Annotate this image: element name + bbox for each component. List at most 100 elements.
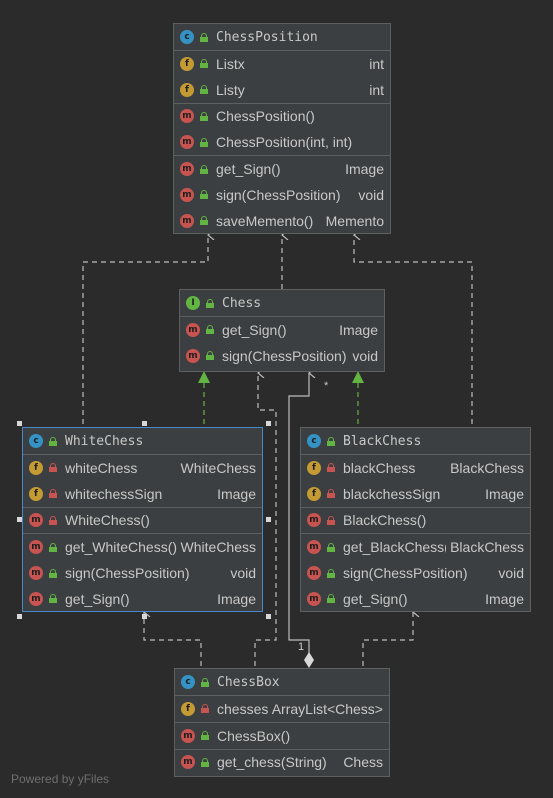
member-name: get_Sign() [65, 590, 130, 607]
public-icon [206, 351, 214, 361]
methods-section: m get_BlackChess() BlackChess m sign(ChessP… [301, 534, 530, 611]
method-row[interactable]: m sign(ChessPosition) void [174, 182, 390, 208]
constructor-row[interactable]: m ChessPosition(int, int) [174, 129, 390, 155]
fields-section: f whiteChess WhiteChess f whitechessSign Ima… [23, 455, 262, 508]
member-type: WhiteChess [180, 459, 256, 476]
class-chessposition[interactable]: c ChessPosition f Listx int f Listy int m Che… [173, 23, 391, 234]
field-row[interactable]: f Listy int [174, 77, 390, 103]
constructor-row[interactable]: m BlackChess() [301, 508, 530, 534]
class-name: ChessBox [217, 674, 280, 690]
field-row[interactable]: f whiteChess WhiteChess [23, 455, 262, 481]
member-name: chesses [217, 700, 268, 717]
field-row[interactable]: f Listx int [174, 51, 390, 77]
constructor-row[interactable]: m ChessBox() [175, 723, 389, 749]
member-name: ChessPosition() [216, 108, 315, 125]
public-icon [206, 298, 214, 308]
public-icon [206, 325, 214, 335]
method-row[interactable]: m get_Sign() Image [180, 317, 384, 343]
public-icon [49, 542, 57, 552]
method-row[interactable]: m get_BlackChess() BlackChess [301, 534, 530, 560]
class-header[interactable]: c ChessBox [175, 669, 389, 696]
method-row[interactable]: m saveMemento() Memento [174, 208, 390, 234]
method-icon: m [180, 109, 194, 124]
resize-handle-e[interactable] [266, 517, 271, 522]
interface-chess[interactable]: I Chess m get_Sign() Image m sign(ChessPosi… [179, 289, 385, 372]
member-name: get_WhiteChess() [65, 539, 177, 556]
field-row[interactable]: f chesses ArrayList<Chess> [175, 696, 389, 722]
method-icon: m [307, 591, 321, 606]
private-icon [327, 489, 335, 499]
member-name: WhiteChess() [65, 512, 150, 529]
abstract-method-icon: m [186, 348, 200, 363]
method-icon: m [29, 591, 43, 606]
multiplicity-target: * [324, 380, 329, 392]
resize-handle-s[interactable] [142, 614, 147, 619]
method-row[interactable]: m sign(ChessPosition) void [23, 560, 262, 586]
class-whitechess[interactable]: c WhiteChess f whiteChess WhiteChess f whit… [22, 427, 263, 612]
method-icon: m [29, 513, 43, 528]
methods-section: m get_chess(String) Chess [175, 750, 389, 776]
method-row[interactable]: m get_chess(String) Chess [175, 750, 389, 776]
static-method-icon: m [307, 540, 321, 555]
class-header[interactable]: c WhiteChess [23, 428, 262, 455]
class-chessbox[interactable]: c ChessBox f chesses ArrayList<Chess> m Che… [174, 668, 390, 777]
interface-icon: I [186, 296, 200, 310]
class-blackchess[interactable]: c BlackChess f blackChess BlackChess f blac… [300, 427, 531, 612]
method-row[interactable]: m sign(ChessPosition) void [301, 560, 530, 586]
member-type: void [358, 186, 384, 203]
method-icon: m [307, 566, 321, 581]
constructor-row[interactable]: m WhiteChess() [23, 508, 262, 534]
constructors-section: m BlackChess() [301, 508, 530, 535]
member-type: int [369, 55, 384, 72]
member-name: saveMemento() [216, 212, 314, 229]
field-icon: f [180, 56, 194, 71]
method-icon: m [181, 728, 195, 743]
member-type: BlackChess [450, 539, 524, 556]
private-icon [201, 704, 209, 714]
resize-handle-ne[interactable] [266, 421, 271, 426]
member-name: Listy [216, 81, 245, 98]
class-icon: c [29, 434, 43, 448]
public-icon [327, 542, 335, 552]
method-row[interactable]: m get_Sign() Image [301, 586, 530, 612]
member-type: BlackChess [450, 459, 524, 476]
class-header[interactable]: I Chess [180, 290, 384, 317]
class-name: ChessPosition [216, 29, 318, 45]
class-header[interactable]: c BlackChess [301, 428, 530, 455]
field-row[interactable]: f blackchessSign Image [301, 481, 530, 507]
member-type: Image [339, 321, 378, 338]
method-row[interactable]: m sign(ChessPosition) void [180, 343, 384, 369]
member-name: ChessBox() [217, 727, 291, 744]
powered-by-footer: Powered by yFiles [11, 772, 110, 786]
constructor-row[interactable]: m ChessPosition() [174, 104, 390, 130]
resize-handle-nw[interactable] [17, 421, 22, 426]
private-icon [49, 463, 57, 473]
public-icon [49, 568, 57, 578]
resize-handle-w[interactable] [17, 517, 22, 522]
public-icon [200, 190, 208, 200]
method-row[interactable]: m get_WhiteChess() WhiteChess [23, 534, 262, 560]
methods-section: m get_Sign() Image m sign(ChessPosition) voi… [180, 317, 384, 369]
method-row[interactable]: m get_Sign() Image [23, 586, 262, 612]
resize-handle-n[interactable] [142, 421, 147, 426]
member-name: get_Sign() [343, 590, 408, 607]
public-icon [200, 59, 208, 69]
field-row[interactable]: f whitechessSign Image [23, 481, 262, 507]
member-type: int [369, 81, 384, 98]
method-icon: m [181, 755, 195, 770]
resize-handle-se[interactable] [266, 614, 271, 619]
class-name: BlackChess [343, 433, 422, 449]
class-icon: c [180, 30, 194, 44]
member-type: ArrayList<Chess> [271, 700, 383, 717]
class-header[interactable]: c ChessPosition [174, 24, 390, 51]
field-icon: f [29, 486, 43, 501]
member-name: blackchessSign [343, 485, 441, 502]
member-name: sign(ChessPosition) [222, 347, 347, 364]
method-icon: m [180, 135, 194, 150]
public-icon [200, 85, 208, 95]
resize-handle-sw[interactable] [17, 614, 22, 619]
method-row[interactable]: m get_Sign() Image [174, 156, 390, 182]
field-row[interactable]: f blackChess BlackChess [301, 455, 530, 481]
member-type: Image [345, 161, 384, 178]
private-icon [327, 515, 335, 525]
